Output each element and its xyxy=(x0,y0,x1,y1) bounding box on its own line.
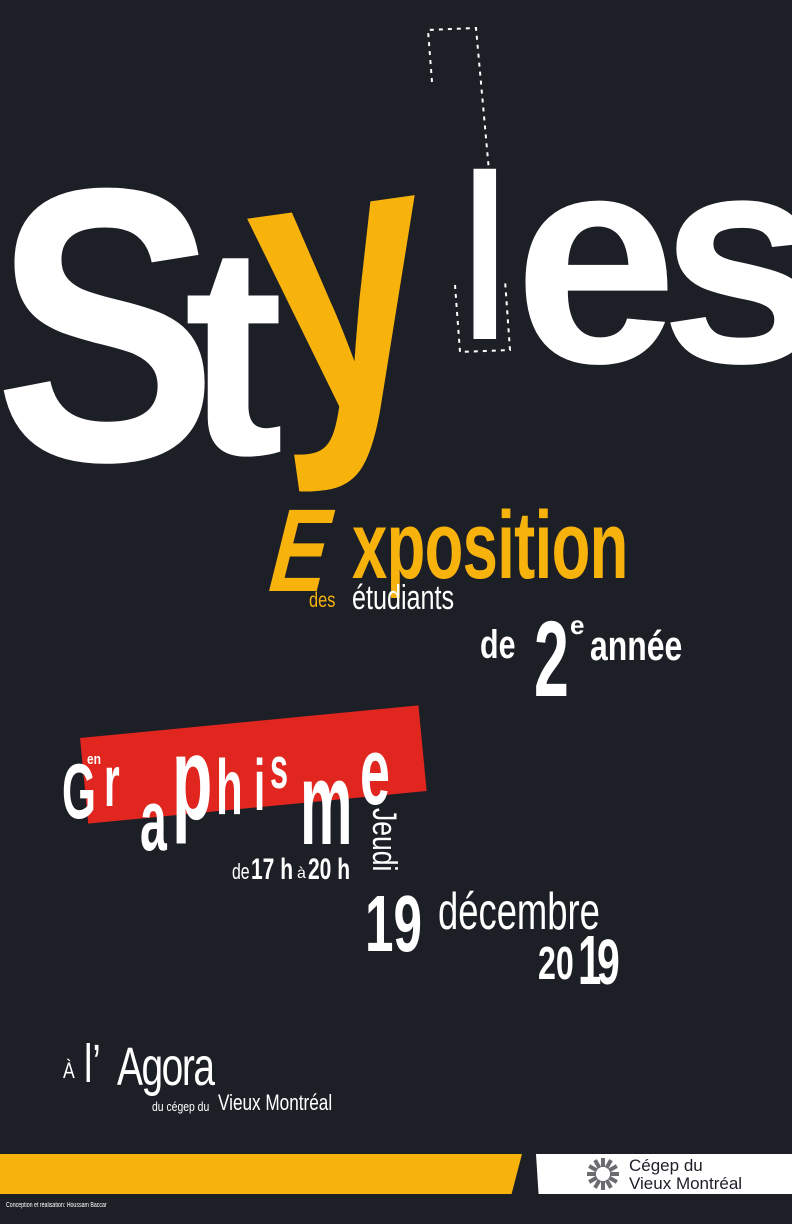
credit-text: Conception et réalisation: Houssam Bacca… xyxy=(6,1202,107,1209)
poster: S t y l es E xposition des étudiants de … xyxy=(0,0,792,1224)
cegep-logo-icon xyxy=(587,1158,619,1190)
logo-text-line2: Vieux Montréal xyxy=(629,1174,743,1193)
logo-text-line1: Cégep du xyxy=(629,1156,703,1175)
